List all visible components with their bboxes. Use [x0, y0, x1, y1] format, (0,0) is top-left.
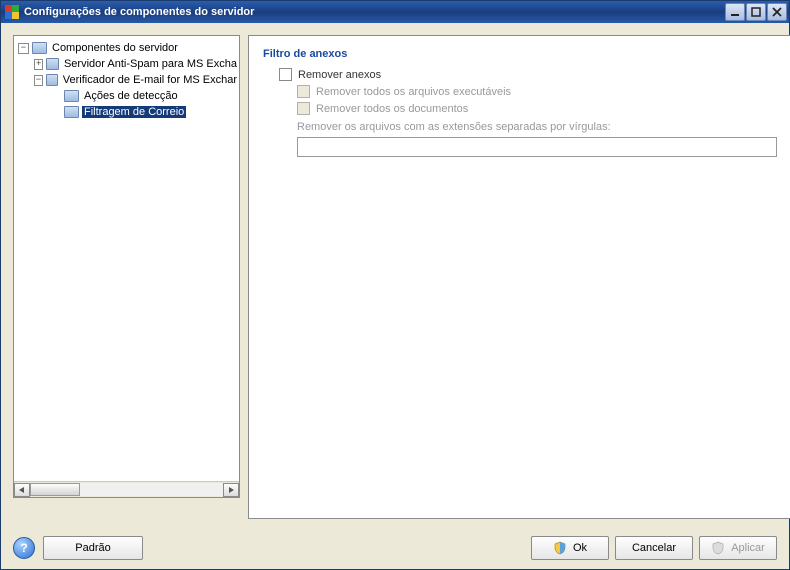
- page-icon: [64, 106, 79, 118]
- cancel-button[interactable]: Cancelar: [615, 536, 693, 560]
- server-icon: [32, 42, 47, 54]
- tree-leaf-spacer: [50, 91, 61, 102]
- apply-button[interactable]: Aplicar: [699, 536, 777, 560]
- minimize-button[interactable]: [725, 3, 745, 21]
- checkbox-label: Remover anexos: [298, 69, 381, 81]
- shield-icon: [553, 541, 567, 555]
- tree-node-label: Verificador de E-mail for MS Exchar: [61, 74, 239, 86]
- button-label: Cancelar: [632, 542, 676, 554]
- window-control-buttons: [725, 3, 787, 21]
- tree-leaf-spacer: [50, 107, 61, 118]
- close-button[interactable]: [767, 3, 787, 21]
- button-label: Padrão: [75, 542, 110, 554]
- maximize-button[interactable]: [746, 3, 766, 21]
- scroll-left-button[interactable]: [14, 483, 30, 497]
- app-icon: [5, 5, 19, 19]
- button-bar: ? Padrão Ok Cancelar Aplicar: [1, 531, 789, 569]
- tree-node-detection-actions[interactable]: Ações de detecção: [50, 88, 239, 104]
- window-root: Configurações de componentes do servidor…: [0, 0, 790, 570]
- extensions-input: [297, 137, 777, 157]
- button-label: Ok: [573, 542, 587, 554]
- tree-collapse-icon[interactable]: −: [34, 75, 43, 86]
- tree-collapse-icon[interactable]: −: [18, 43, 29, 54]
- help-button[interactable]: ?: [13, 537, 35, 559]
- scroll-right-button[interactable]: [223, 483, 239, 497]
- checkbox-row-remove-executables: Remover todos os arquivos executáveis: [297, 85, 777, 98]
- checkbox-remove-executables: [297, 85, 310, 98]
- navigation-tree-panel: − Componentes do servidor + Servidor Ant…: [13, 35, 240, 498]
- tree-node-label: Filtragem de Correio: [82, 106, 186, 118]
- body-area: − Componentes do servidor + Servidor Ant…: [1, 23, 789, 531]
- settings-content-panel: Filtro de anexos Remover anexos Remover …: [248, 35, 790, 519]
- checkbox-row-remove-documents: Remover todos os documentos: [297, 102, 777, 115]
- window-title: Configurações de componentes do servidor: [24, 6, 254, 18]
- checkbox-label: Remover todos os arquivos executáveis: [316, 86, 511, 98]
- ok-button[interactable]: Ok: [531, 536, 609, 560]
- tree-scroll-area[interactable]: − Componentes do servidor + Servidor Ant…: [14, 36, 239, 497]
- checkbox-remove-documents: [297, 102, 310, 115]
- scroll-track[interactable]: [30, 483, 223, 496]
- checkbox-remove-attachments[interactable]: [279, 68, 292, 81]
- horizontal-scrollbar[interactable]: [14, 481, 239, 497]
- checkbox-label: Remover todos os documentos: [316, 103, 468, 115]
- scroll-thumb[interactable]: [30, 483, 80, 496]
- tree-node-mail-filtering[interactable]: Filtragem de Correio: [50, 104, 239, 120]
- tree-node-label: Servidor Anti-Spam para MS Excha: [62, 58, 239, 70]
- tree-node-label: Ações de detecção: [82, 90, 180, 102]
- module-icon: [46, 74, 58, 86]
- tree-node-label: Componentes do servidor: [50, 42, 180, 54]
- help-icon: ?: [20, 541, 27, 555]
- defaults-button[interactable]: Padrão: [43, 536, 143, 560]
- shield-icon: [711, 541, 725, 555]
- tree-node-antispam[interactable]: + Servidor Anti-Spam para MS Excha: [34, 56, 239, 72]
- extensions-field-label: Remover os arquivos com as extensões sep…: [297, 121, 777, 133]
- checkbox-row-remove-attachments[interactable]: Remover anexos: [279, 68, 777, 81]
- tree-node-server-components[interactable]: − Componentes do servidor: [18, 40, 239, 56]
- titlebar[interactable]: Configurações de componentes do servidor: [1, 1, 789, 23]
- group-title-attachment-filter: Filtro de anexos: [263, 48, 777, 60]
- tree-expand-icon[interactable]: +: [34, 59, 43, 70]
- button-label: Aplicar: [731, 542, 765, 554]
- module-icon: [46, 58, 59, 70]
- tree-node-email-verifier[interactable]: − Verificador de E-mail for MS Exchar: [34, 72, 239, 88]
- page-icon: [64, 90, 79, 102]
